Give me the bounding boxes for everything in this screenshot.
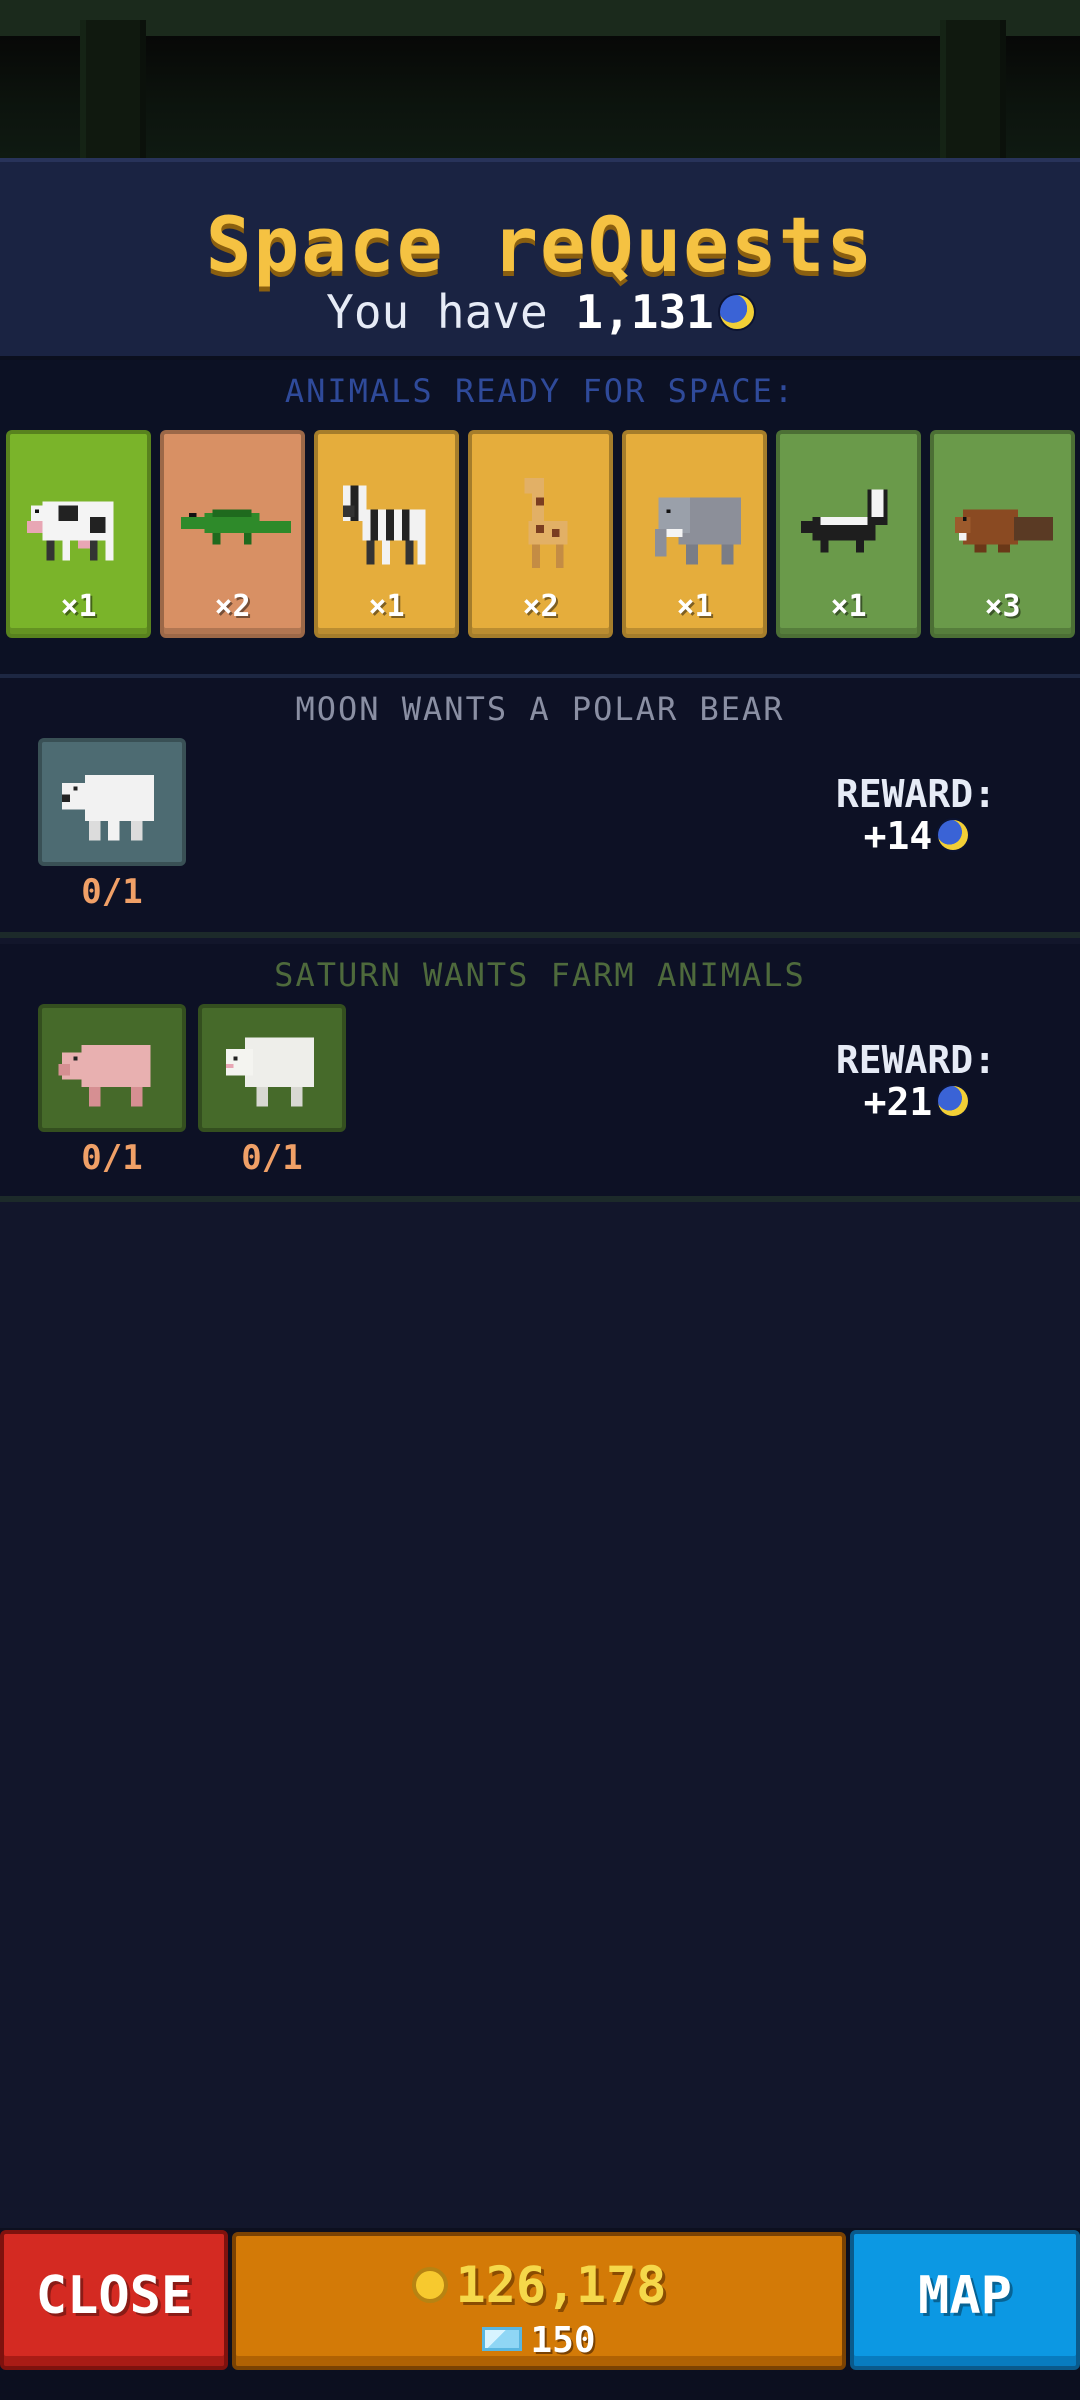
game-scene-backdrop: [0, 0, 1080, 158]
elephant-icon: [654, 497, 742, 565]
polar-bear-icon: [62, 775, 155, 841]
card-quantity: ×3: [984, 589, 1021, 624]
balance-prefix: You have: [326, 285, 548, 339]
animal-card-crocodile[interactable]: ×2: [160, 430, 305, 638]
map-button[interactable]: MAP: [850, 2230, 1080, 2370]
close-button[interactable]: CLOSE: [0, 2230, 228, 2370]
animal-card-beaver[interactable]: ×3: [930, 430, 1075, 638]
quest-slot-pig[interactable]: [38, 1004, 186, 1132]
quest-title: MOON WANTS A POLAR BEAR: [295, 690, 785, 728]
slot-progress: 0/1: [241, 1138, 303, 1178]
card-quantity: ×1: [676, 589, 713, 624]
crocodile-icon: [181, 509, 291, 545]
cow-icon: [27, 501, 114, 561]
reward-amount: +21: [863, 1080, 933, 1124]
currency-display: 126,178 150: [232, 2232, 846, 2370]
zebra-icon: [342, 485, 426, 565]
gem-amount: 150: [530, 2320, 596, 2361]
balance-value: 1,131: [575, 285, 714, 339]
quest-slot-polar-bear[interactable]: [38, 738, 186, 866]
card-quantity: ×2: [214, 589, 251, 624]
coin-amount: 126,178: [455, 2256, 667, 2314]
moon-token-icon: [719, 294, 754, 329]
skunk-icon: [800, 489, 888, 553]
reward-value: +14: [806, 814, 1026, 858]
balance-text: You have 1,131: [0, 285, 1080, 339]
animal-card-skunk[interactable]: ×1: [776, 430, 921, 638]
reward-label: REWARD:: [835, 1038, 997, 1082]
animal-card-elephant[interactable]: ×1: [622, 430, 767, 638]
card-quantity: ×1: [368, 589, 405, 624]
reward-amount: +14: [863, 814, 933, 858]
animal-card-giraffe[interactable]: ×2: [468, 430, 613, 638]
animal-card-cow[interactable]: ×1: [6, 430, 151, 638]
card-quantity: ×1: [60, 589, 97, 624]
slot-progress: 0/1: [81, 1138, 143, 1178]
animal-card-list: ×1 ×2 ×1 ×2 ×1 ×1 ×3: [6, 430, 1080, 640]
gem-icon: [482, 2327, 523, 2351]
page-title: Space reQuests: [205, 200, 875, 289]
card-quantity: ×2: [522, 589, 559, 624]
tree-trunk: [80, 20, 146, 158]
moon-token-icon: [938, 1085, 969, 1116]
slot-progress: 0/1: [81, 872, 143, 912]
quest-slot-sheep[interactable]: [198, 1004, 346, 1132]
tree-trunk: [940, 20, 1006, 158]
card-quantity: ×1: [830, 589, 867, 624]
moon-token-icon: [938, 819, 969, 850]
giraffe-icon: [524, 477, 568, 569]
animal-card-zebra[interactable]: ×1: [314, 430, 459, 638]
sheep-icon: [226, 1037, 315, 1107]
ready-animals-label: ANIMALS READY FOR SPACE:: [284, 372, 796, 410]
reward-value: +21: [806, 1080, 1026, 1124]
quest-title: SATURN WANTS FARM ANIMALS: [274, 956, 806, 994]
gem-balance: 150: [236, 2320, 842, 2361]
coin-balance: 126,178: [236, 2256, 842, 2314]
reward-label: REWARD:: [835, 772, 997, 816]
beaver-icon: [954, 509, 1054, 553]
coin-icon: [411, 2266, 448, 2303]
pig-icon: [58, 1045, 151, 1107]
